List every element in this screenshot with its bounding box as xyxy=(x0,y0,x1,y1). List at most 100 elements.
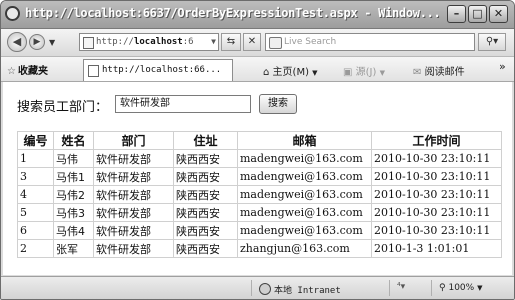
column-header-email: 邮箱 xyxy=(237,131,372,150)
status-bar: 本地 Intranet ⁴▾ ⚲ 100% ▼ xyxy=(1,276,514,299)
page-icon xyxy=(88,65,99,77)
cell-department: 软件研发部 xyxy=(93,221,174,240)
refresh-button[interactable]: ⇆ xyxy=(221,33,241,51)
zoom-button[interactable]: ⚲ 100% ▼ xyxy=(439,283,482,293)
favorites-bar: ☆ 收藏夹 http://localhost:66... ⌂ 主页(M) ▼ ▣ … xyxy=(1,57,514,82)
column-header-id: 编号 xyxy=(17,131,54,150)
address-dropdown-icon[interactable]: ▼ xyxy=(211,34,216,50)
table-row: 3 马伟1 软件研发部 陕西西安 madengwei@163.com 2010-… xyxy=(17,167,502,186)
url-suffix: :6 xyxy=(182,37,194,47)
read-mail-button[interactable]: ✉ 阅读邮件 xyxy=(413,63,465,78)
table-row: 2 张军 软件研发部 陕西西安 zhangjun@163.com 2010-1-… xyxy=(17,239,502,258)
table-row: 5 马伟3 软件研发部 陕西西安 madengwei@163.com 2010-… xyxy=(17,203,502,222)
refresh-icon: ⇆ xyxy=(226,36,236,47)
cell-email: madengwei@163.com xyxy=(237,221,372,240)
cell-id: 3 xyxy=(17,167,54,186)
address-input[interactable]: http://localhost:6 ▼ xyxy=(79,33,219,51)
search-submit-button[interactable]: 搜索 xyxy=(259,94,297,114)
table-row: 6 马伟4 软件研发部 陕西西安 madengwei@163.com 2010-… xyxy=(17,221,502,240)
security-zone[interactable]: 本地 Intranet xyxy=(259,283,341,296)
protected-mode-button[interactable]: ⁴▾ xyxy=(397,282,405,292)
cell-address: 陕西西安 xyxy=(173,149,238,168)
forward-arrow-icon: ▶ xyxy=(33,37,41,47)
employee-table: 编号 姓名 部门 住址 邮箱 工作时间 1 马伟 软件研发部 陕西西安 made… xyxy=(17,131,502,258)
url-prefix: http:// xyxy=(96,37,134,47)
page-icon xyxy=(83,37,94,49)
live-search-icon xyxy=(269,37,282,49)
cell-address: 陕西西安 xyxy=(173,221,238,240)
search-button[interactable]: ⚲▾ xyxy=(478,33,506,51)
cell-work-time: 2010-10-30 23:10:11 xyxy=(371,203,502,222)
stop-button[interactable]: ✕ xyxy=(243,33,261,51)
zoom-dropdown-icon: ▼ xyxy=(477,284,483,292)
cell-name: 张军 xyxy=(53,239,94,258)
cell-work-time: 2010-10-30 23:10:11 xyxy=(371,185,502,204)
column-header-work-time: 工作时间 xyxy=(371,131,502,150)
home-icon: ⌂ xyxy=(263,67,270,78)
table-row: 1 马伟 软件研发部 陕西西安 madengwei@163.com 2010-1… xyxy=(17,149,502,168)
history-dropdown-icon[interactable]: ▼ xyxy=(49,38,55,47)
forward-button[interactable]: ▶ xyxy=(29,34,45,50)
table-header-row: 编号 姓名 部门 住址 邮箱 工作时间 xyxy=(17,131,502,150)
maximize-button[interactable]: □ xyxy=(468,5,487,23)
table-row: 4 马伟2 软件研发部 陕西西安 madengwei@163.com 2010-… xyxy=(17,185,502,204)
column-header-department: 部门 xyxy=(93,131,174,150)
cell-department: 软件研发部 xyxy=(93,167,174,186)
cell-id: 5 xyxy=(17,203,54,222)
cell-name: 马伟4 xyxy=(53,221,94,240)
toolbar-overflow-button[interactable]: » xyxy=(499,60,506,73)
rss-icon: ▣ xyxy=(343,67,353,78)
window-controls: – □ ✕ xyxy=(447,5,508,23)
cell-department: 软件研发部 xyxy=(93,185,174,204)
cell-department: 软件研发部 xyxy=(93,203,174,222)
department-input[interactable]: 软件研发部 xyxy=(115,95,251,113)
cell-id: 4 xyxy=(17,185,54,204)
cell-address: 陕西西安 xyxy=(173,203,238,222)
read-mail-label: 阅读邮件 xyxy=(424,67,465,78)
department-search-label: 搜索员工部门： xyxy=(17,100,109,115)
column-header-name: 姓名 xyxy=(53,131,94,150)
cell-email: zhangjun@163.com xyxy=(237,239,372,258)
search-icon: ⚲▾ xyxy=(485,36,499,47)
home-button[interactable]: ⌂ 主页(M) ▼ xyxy=(263,63,318,78)
feeds-label: 源(J) xyxy=(355,67,377,78)
cell-name: 马伟 xyxy=(53,149,94,168)
back-arrow-icon: ◀ xyxy=(12,35,22,48)
mail-icon: ✉ xyxy=(413,67,422,78)
cell-address: 陕西西安 xyxy=(173,239,238,258)
status-separator xyxy=(389,280,390,296)
cell-address: 陕西西安 xyxy=(173,167,238,186)
close-button[interactable]: ✕ xyxy=(489,5,508,23)
status-separator xyxy=(431,280,432,296)
browser-window: http://localhost:6637/OrderByExpressionT… xyxy=(0,0,515,300)
minimize-button[interactable]: – xyxy=(447,5,466,23)
browser-tab[interactable]: http://localhost:66... xyxy=(83,59,233,81)
zone-label: 本地 Intranet xyxy=(274,286,341,296)
feeds-button[interactable]: ▣ 源(J) ▼ xyxy=(343,63,385,78)
search-input[interactable]: Live Search xyxy=(265,33,475,51)
tab-title: http://localhost:66... xyxy=(102,65,222,75)
column-header-address: 住址 xyxy=(173,131,238,150)
cell-address: 陕西西安 xyxy=(173,185,238,204)
favorites-button[interactable]: ☆ 收藏夹 xyxy=(7,62,48,77)
navigation-bar: ◀ ▶ ▼ http://localhost:6 ▼ ⇆ ✕ Live Sear… xyxy=(1,29,514,57)
cell-email: madengwei@163.com xyxy=(237,149,372,168)
cell-name: 马伟2 xyxy=(53,185,94,204)
cell-id: 2 xyxy=(17,239,54,258)
favorites-label: 收藏夹 xyxy=(17,66,48,77)
cell-work-time: 2010-1-3 1:01:01 xyxy=(371,239,502,258)
cell-department: 软件研发部 xyxy=(93,149,174,168)
cell-email: madengwei@163.com xyxy=(237,185,372,204)
cell-email: madengwei@163.com xyxy=(237,167,372,186)
cell-id: 6 xyxy=(17,221,54,240)
cell-work-time: 2010-10-30 23:10:11 xyxy=(371,149,502,168)
home-dropdown-icon: ▼ xyxy=(312,69,318,77)
title-bar: http://localhost:6637/OrderByExpressionT… xyxy=(1,1,514,29)
feeds-dropdown-icon: ▼ xyxy=(379,69,385,77)
cell-department: 软件研发部 xyxy=(93,239,174,258)
window-title: http://localhost:6637/OrderByExpressionT… xyxy=(25,6,441,20)
cell-work-time: 2010-10-30 23:10:11 xyxy=(371,221,502,240)
page-content: 搜索员工部门： 软件研发部 搜索 编号 姓名 部门 住址 邮箱 工作时间 1 马… xyxy=(3,82,512,275)
search-placeholder: Live Search xyxy=(284,37,337,47)
back-button[interactable]: ◀ xyxy=(7,32,27,52)
